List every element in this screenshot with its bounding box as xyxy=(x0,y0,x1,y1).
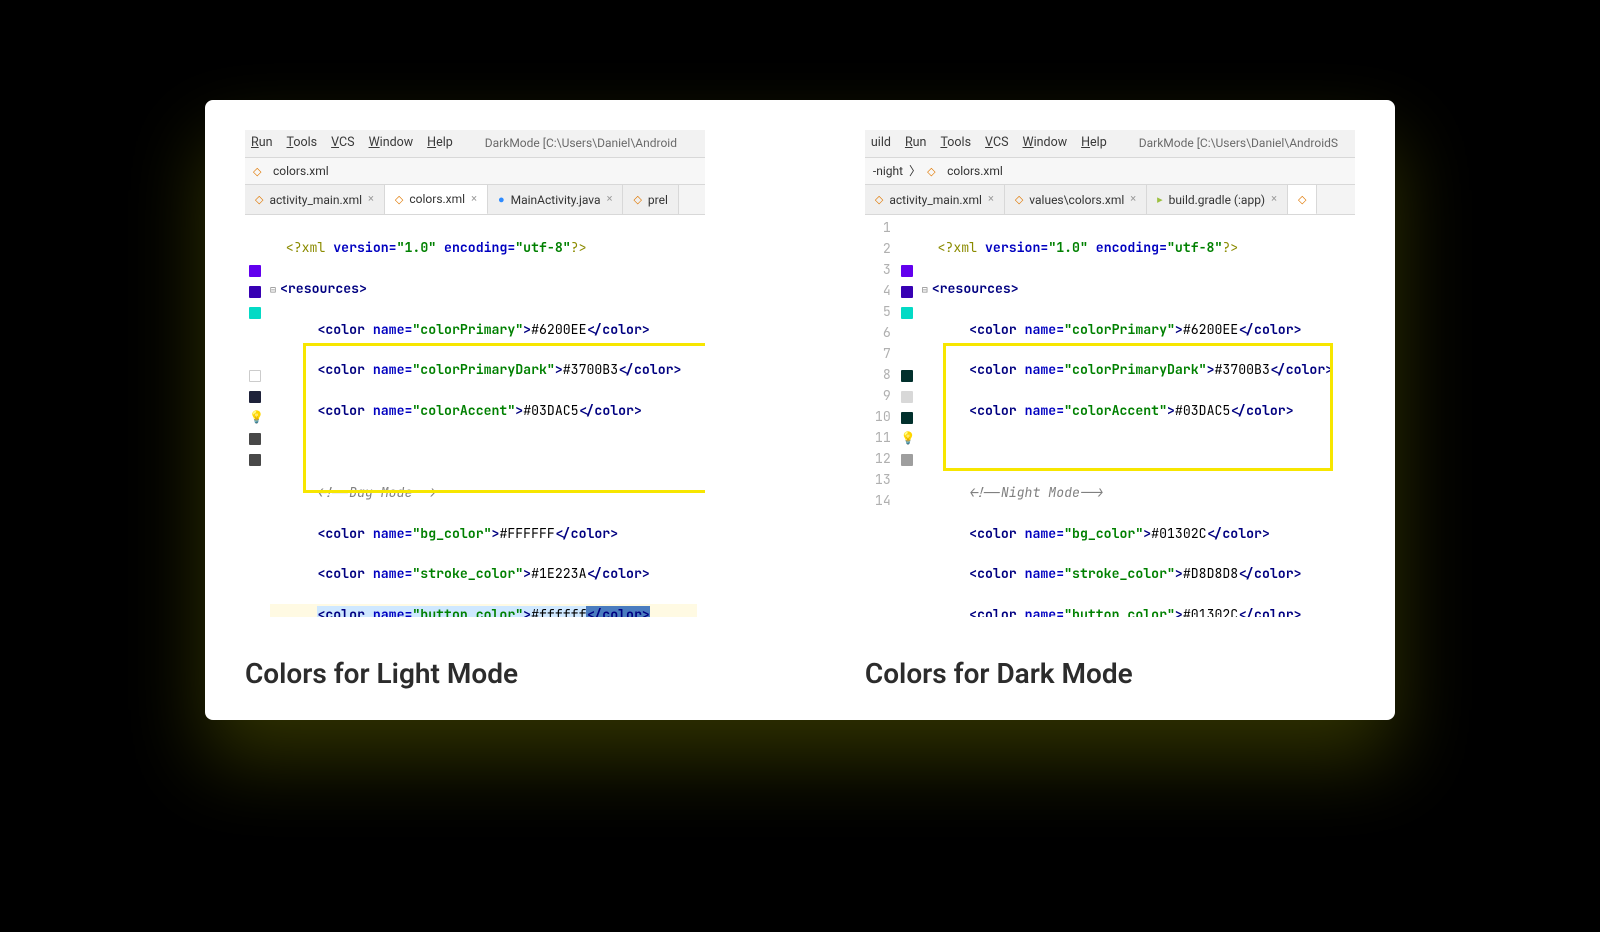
menu-run[interactable]: Run xyxy=(251,134,273,153)
code-area[interactable]: <?xml version="1.0" encoding="utf-8"?> ⊟… xyxy=(268,215,703,617)
swatch-colorAccent xyxy=(901,307,913,319)
close-icon[interactable]: × xyxy=(368,191,374,208)
swatch-colorPrimary xyxy=(249,265,261,277)
menu-window[interactable]: Window xyxy=(1023,134,1068,153)
chevron-right-icon: 〉 xyxy=(909,162,921,180)
ide-left: Run Tools VCS Window Help DarkMode [C:\U… xyxy=(245,130,705,617)
breadcrumb: -night 〉 colors.xml xyxy=(865,158,1355,185)
menu-vcs[interactable]: VCS xyxy=(331,134,354,153)
tab-activity-main[interactable]: activity_main.xml× xyxy=(865,185,1005,214)
gutter-swatches: 💡 xyxy=(897,215,920,617)
swatch-colorAccent xyxy=(249,307,261,319)
project-path: DarkMode [C:\Users\Daniel\AndroidS xyxy=(1139,134,1338,152)
code-editor[interactable]: 💡 <?xml version="1.0" encoding="utf-8"?>… xyxy=(245,215,705,617)
tab-colors-night[interactable] xyxy=(1288,185,1317,216)
menu-vcs[interactable]: VCS xyxy=(985,134,1008,153)
xml-file-icon xyxy=(875,190,883,209)
caption-left: Colors for Light Mode xyxy=(245,657,705,690)
swatch-stroke-color xyxy=(901,391,913,403)
project-path: DarkMode [C:\Users\Daniel\Android xyxy=(485,134,677,152)
tab-activity-main[interactable]: activity_main.xml× xyxy=(245,185,385,214)
swatch-stroke-color xyxy=(249,391,261,403)
java-file-icon xyxy=(498,190,505,209)
breadcrumb-file[interactable]: colors.xml xyxy=(947,162,1003,180)
breadcrumb-file[interactable]: colors.xml xyxy=(273,162,329,180)
xml-file-icon xyxy=(255,190,263,209)
menu-build-clip[interactable]: uild xyxy=(871,134,891,153)
swatch-colorPrimaryDark xyxy=(901,286,913,298)
tab-prel[interactable]: prel xyxy=(623,185,678,214)
ide-right: uild Run Tools VCS Window Help DarkMode … xyxy=(865,130,1355,617)
comparison-card: Run Tools VCS Window Help DarkMode [C:\U… xyxy=(205,100,1395,720)
menu-run[interactable]: Run xyxy=(905,134,927,153)
editor-tabs: activity_main.xml× colors.xml× MainActiv… xyxy=(245,185,705,216)
xml-file-icon xyxy=(253,164,267,178)
gutter-swatches: 💡 xyxy=(245,215,268,617)
code-editor[interactable]: 1234567891011121314 💡 <?xml version="1.0… xyxy=(865,215,1355,617)
xml-file-icon xyxy=(927,164,941,178)
swatch-bg-color xyxy=(249,370,261,382)
close-icon[interactable]: × xyxy=(1271,191,1277,208)
menu-help[interactable]: Help xyxy=(1081,134,1107,153)
lightbulb-icon[interactable]: 💡 xyxy=(901,430,916,446)
menubar: Run Tools VCS Window Help DarkMode [C:\U… xyxy=(245,130,705,158)
code-area[interactable]: <?xml version="1.0" encoding="utf-8"?> ⊟… xyxy=(920,215,1355,617)
tab-values-colors[interactable]: values\colors.xml× xyxy=(1005,185,1147,214)
swatch-button-color xyxy=(901,412,913,424)
line-number-gutter: 1234567891011121314 xyxy=(865,215,897,617)
gradle-file-icon xyxy=(1157,190,1163,209)
caption-right: Colors for Dark Mode xyxy=(865,657,1355,690)
xml-file-icon xyxy=(395,190,403,209)
xml-file-icon xyxy=(1298,190,1306,209)
tab-mainactivity[interactable]: MainActivity.java× xyxy=(488,185,623,214)
xml-file-icon xyxy=(1015,190,1023,209)
menubar: uild Run Tools VCS Window Help DarkMode … xyxy=(865,130,1355,158)
menu-tools[interactable]: Tools xyxy=(287,134,318,153)
lightbulb-icon[interactable]: 💡 xyxy=(249,409,264,425)
close-icon[interactable]: × xyxy=(471,191,477,208)
breadcrumb-folder[interactable]: -night xyxy=(873,162,903,180)
left-pane: Run Tools VCS Window Help DarkMode [C:\U… xyxy=(245,130,705,690)
tab-build-gradle[interactable]: build.gradle (:app)× xyxy=(1147,185,1288,214)
close-icon[interactable]: × xyxy=(607,191,613,208)
swatch-version-text-color xyxy=(249,454,261,466)
xml-file-icon xyxy=(633,190,641,209)
swatch-title-text-color xyxy=(249,433,261,445)
breadcrumb: colors.xml xyxy=(245,158,705,185)
close-icon[interactable]: × xyxy=(988,191,994,208)
editor-tabs: activity_main.xml× values\colors.xml× bu… xyxy=(865,185,1355,216)
swatch-bg-color xyxy=(901,370,913,382)
menu-help[interactable]: Help xyxy=(427,134,453,153)
close-icon[interactable]: × xyxy=(1130,191,1136,208)
menu-tools[interactable]: Tools xyxy=(940,134,971,153)
swatch-colorPrimaryDark xyxy=(249,286,261,298)
swatch-version-text-color xyxy=(901,454,913,466)
tab-colors[interactable]: colors.xml× xyxy=(385,185,488,216)
swatch-colorPrimary xyxy=(901,265,913,277)
menu-window[interactable]: Window xyxy=(369,134,414,153)
right-pane: uild Run Tools VCS Window Help DarkMode … xyxy=(865,130,1355,690)
